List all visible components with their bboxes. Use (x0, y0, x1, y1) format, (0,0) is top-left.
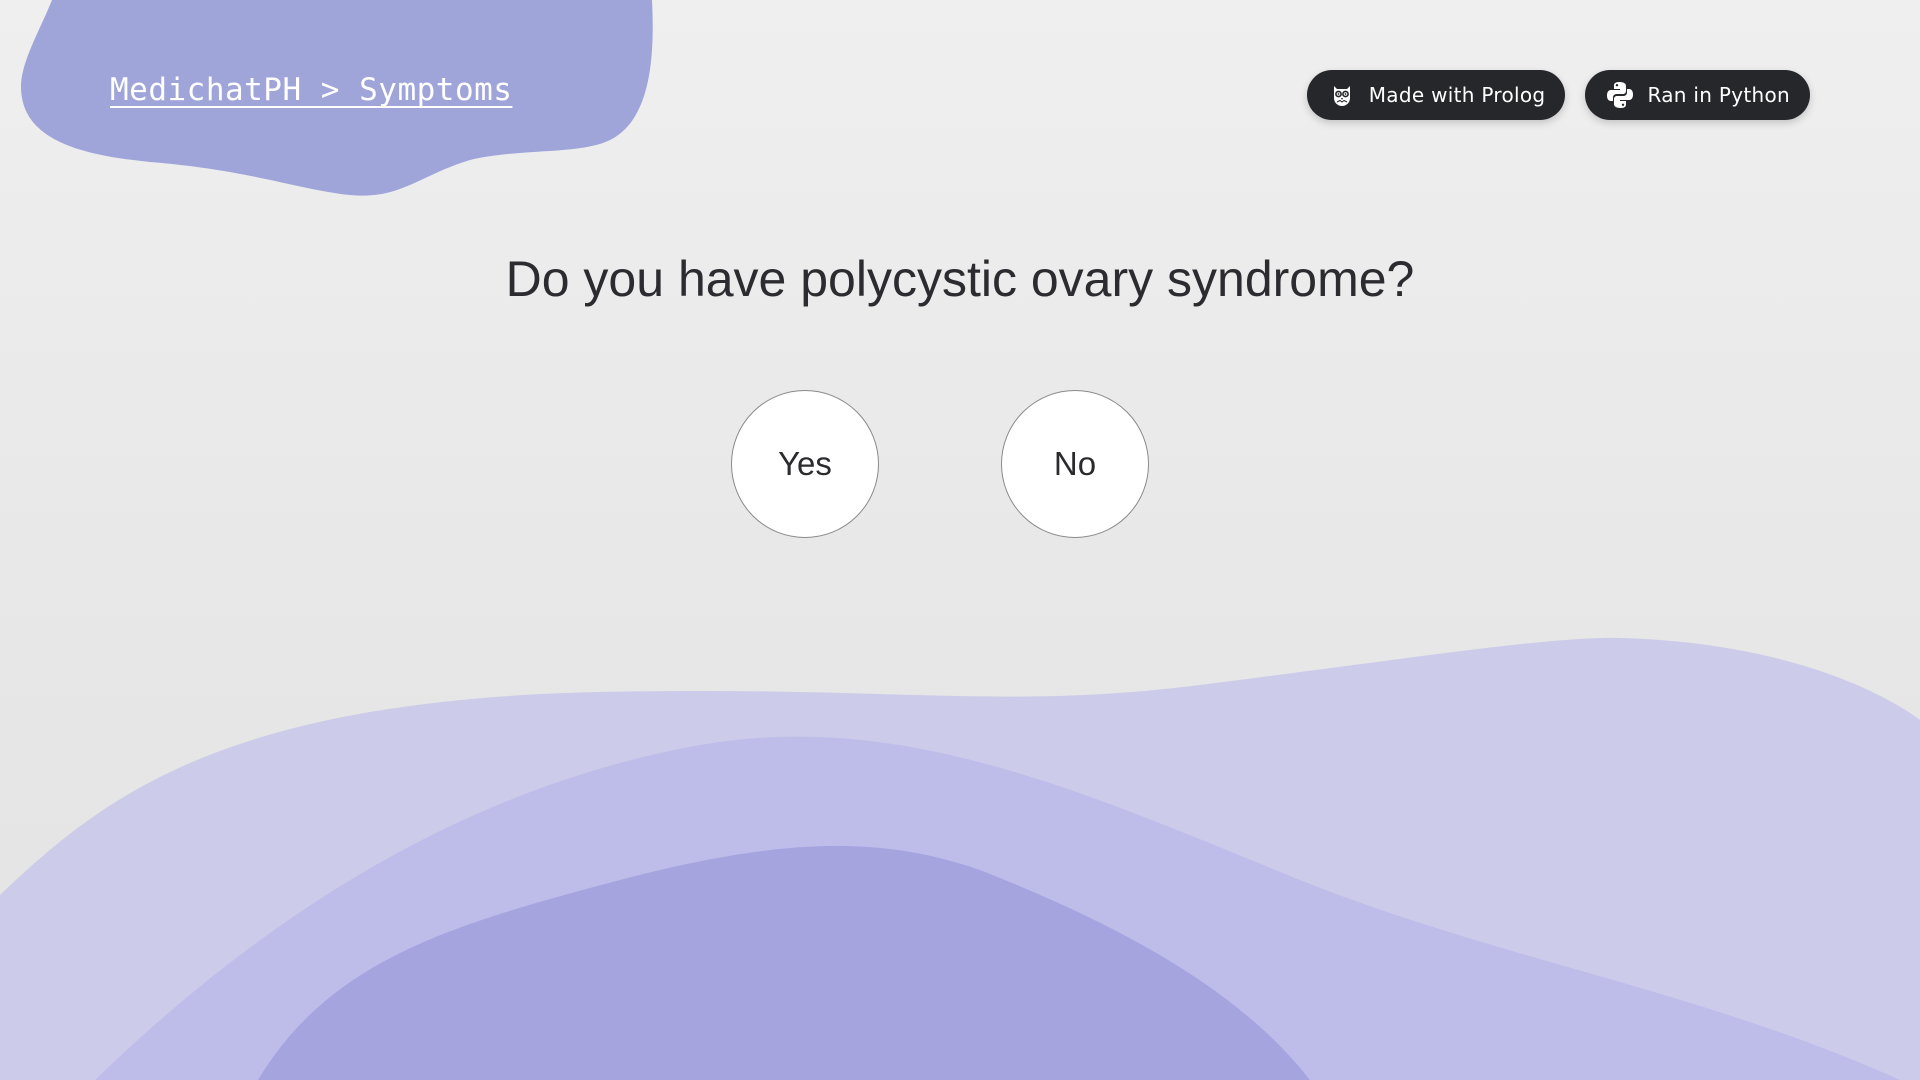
question-text: Do you have polycystic ovary syndrome? (505, 251, 1415, 307)
python-icon (1605, 80, 1635, 110)
yes-button[interactable]: Yes (731, 390, 879, 538)
badge-label: Ran in Python (1647, 83, 1790, 107)
breadcrumb[interactable]: MedichatPH > Symptoms (110, 72, 512, 108)
background-decoration (0, 0, 1920, 1080)
no-button[interactable]: No (1001, 390, 1149, 538)
answer-buttons: Yes No (731, 390, 1149, 538)
answer-options: Yes No (0, 390, 1920, 538)
yes-label: Yes (778, 445, 832, 482)
made-with-prolog-badge[interactable]: Made with Prolog (1306, 70, 1566, 120)
no-label: No (1053, 445, 1097, 482)
badge-group: Made with Prolog Ran in Python (1306, 70, 1810, 120)
badge-label: Made with Prolog (1368, 83, 1546, 107)
owl-icon (1327, 80, 1357, 110)
ran-in-python-badge[interactable]: Ran in Python (1585, 70, 1810, 120)
